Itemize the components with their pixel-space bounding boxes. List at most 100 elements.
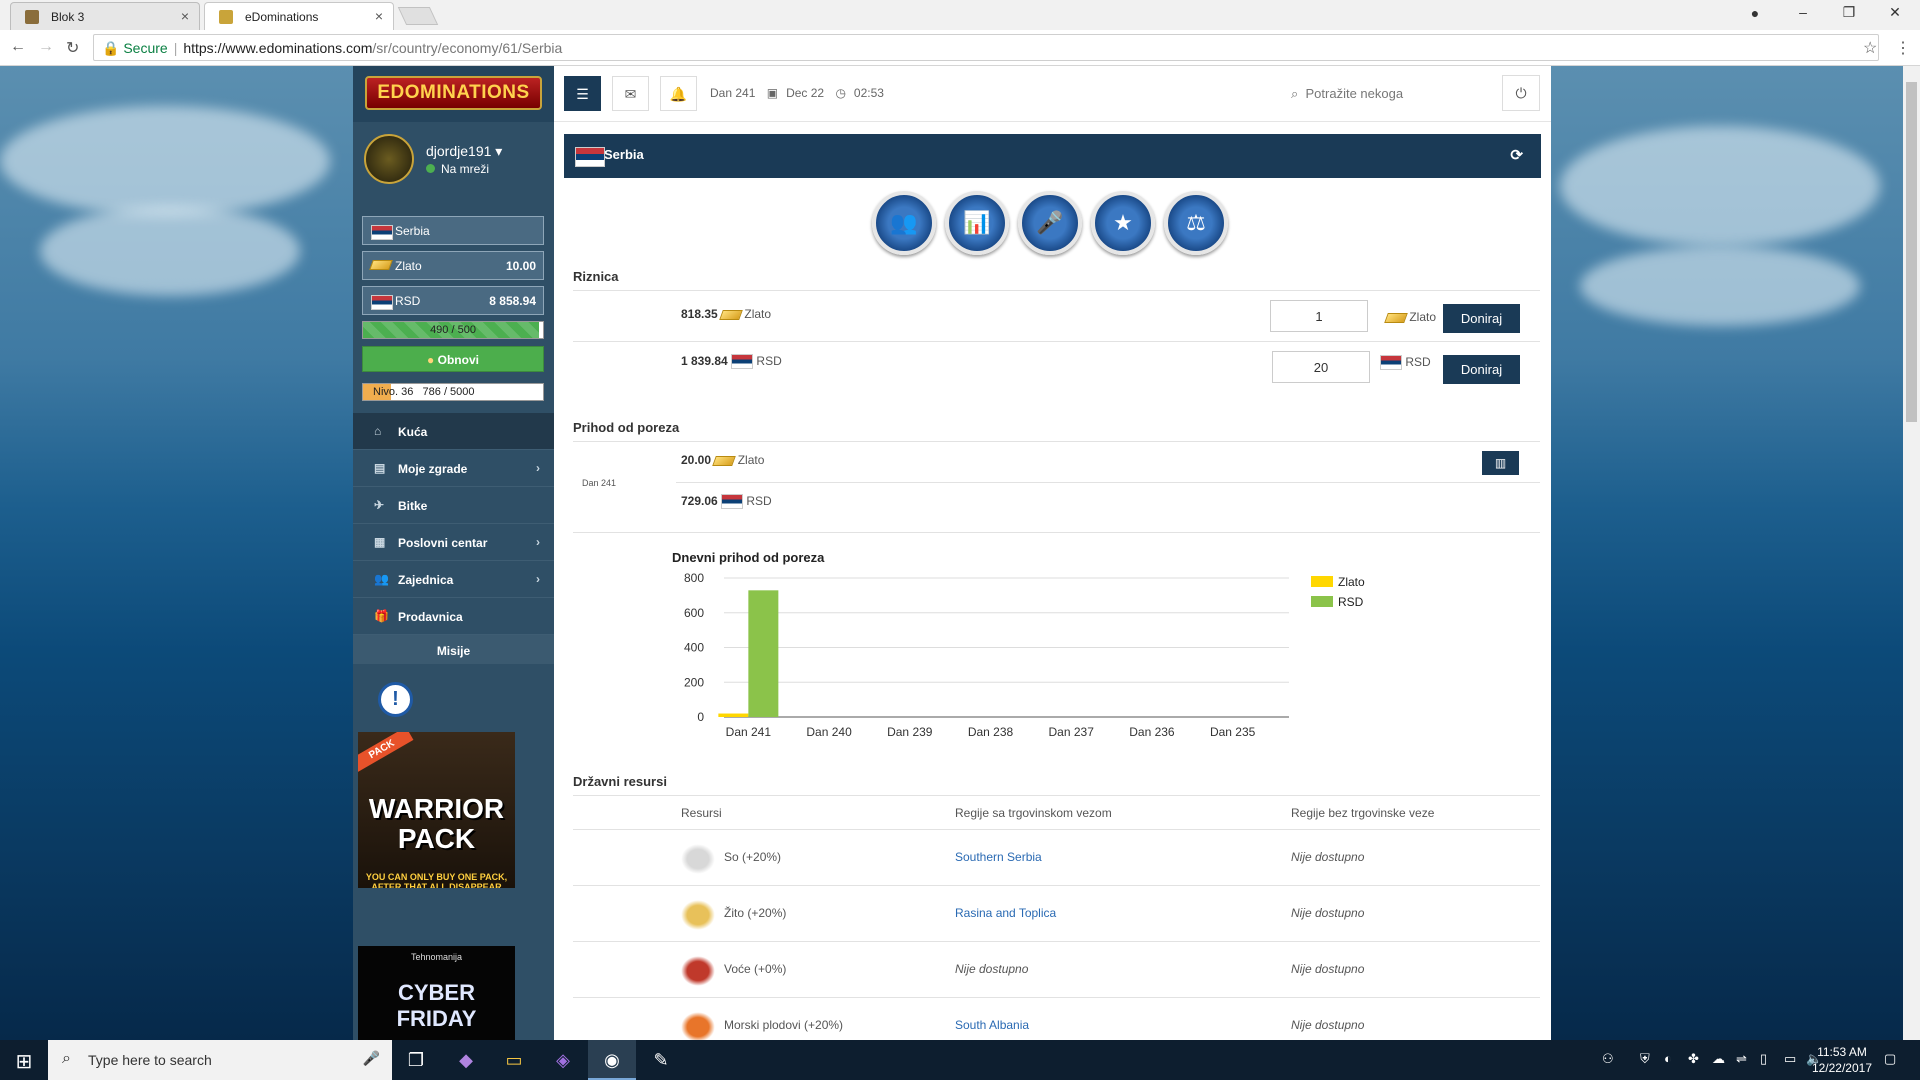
minimize-button[interactable]: – [1783,4,1823,20]
chart-toggle-button[interactable]: ▥ [1482,451,1519,475]
resource-with-trade[interactable]: Rasina and Toplica [955,906,1056,920]
resource-with-trade[interactable]: South Albania [955,1018,1029,1032]
close-window-button[interactable]: ✕ [1875,4,1915,21]
economy-icon[interactable]: 📊 [945,191,1009,255]
donate-rsd-input[interactable]: 20 [1272,351,1370,383]
currency-row[interactable]: RSD 8 858.94 [362,286,544,315]
chevron-right-icon: › [536,572,540,586]
donate-rsd-button[interactable]: Doniraj [1443,355,1520,384]
close-tab-icon[interactable]: × [181,8,189,24]
search-placeholder: Potražite nekoga [1305,86,1404,101]
sidebar-item-zajednica[interactable]: 👥 Zajednica › [353,561,554,598]
reload-icon[interactable]: ↻ [66,38,79,58]
laws-icon[interactable]: ⚖ [1164,191,1228,255]
profile-icon[interactable]: ● [1735,5,1775,21]
sidebar-item-label: Moje zgrade [398,462,468,476]
donate-gold-input[interactable]: 1 [1270,300,1368,332]
network-icon[interactable]: ▭ [1784,1051,1796,1067]
sidebar-item-label: Kuća [398,425,428,439]
browser-tab-bar: Blok 3 × eDominations × ● – ❐ ✕ [0,0,1920,30]
serbia-flag-icon [721,494,744,510]
clock-date: 12/22/2017 [1811,1061,1872,1075]
sidebar-item-prodavnica[interactable]: 🎁 Prodavnica [353,598,554,635]
y-tick-label: 800 [684,571,704,585]
energy-text: 490 / 500 [430,324,476,336]
taskbar-clock[interactable]: 11:53 AM 12/22/2017 [1812,1044,1872,1076]
society-icon[interactable]: 👥 [872,191,936,255]
y-tick-label: 0 [697,710,704,724]
resources-header-without-trade: Regije bez trgovinske veze [1291,806,1435,820]
page-scrollbar[interactable] [1903,66,1920,1040]
scrollbar-thumb[interactable] [1906,82,1917,422]
usb-icon[interactable]: ⇌ [1736,1051,1747,1067]
logo[interactable]: EDOMINATIONS [353,66,554,122]
renew-button[interactable]: ● Obnovi [362,346,544,372]
alert-icon[interactable]: ! [378,682,413,717]
tax-income-title: Prihod od poreza [573,420,680,435]
background-cloud [0,106,330,216]
microphone-icon[interactable]: 🎤 [363,1050,380,1067]
file-explorer-icon[interactable]: ▭ [490,1040,538,1080]
missions-button[interactable]: Misije [353,635,554,664]
notifications-button[interactable]: 🔔 [660,76,697,111]
close-tab-icon[interactable]: × [375,8,383,24]
visual-studio-2-icon[interactable]: ◈ [539,1040,587,1080]
username-dropdown[interactable]: djordje191 ▾ [426,143,502,160]
paint-icon[interactable]: ✎ [637,1040,685,1080]
dropbox-icon[interactable]: ✤ [1688,1051,1699,1067]
sidebar-item-poslovni-centar[interactable]: ▦ Poslovni centar › [353,524,554,561]
level-progress: 786 / 5000 [422,386,475,398]
warrior-pack-ad[interactable]: PACK WARRIOR PACK YOU CAN ONLY BUY ONE P… [358,732,515,888]
resource-without-trade: Nije dostupno [1291,1018,1365,1032]
search-input[interactable]: ⌕ Potražite nekoga [1291,86,1403,102]
avatar[interactable] [364,134,414,184]
visual-studio-icon[interactable]: ◆ [442,1040,490,1080]
resource-name: Morski plodovi (+20%) [724,1018,844,1032]
divider [573,532,1540,533]
task-view-icon[interactable]: ❐ [392,1040,440,1080]
cyber-friday-ad[interactable]: Tehnomanija CYBER FRIDAY [358,946,515,1040]
tab-blok3[interactable]: Blok 3 × [10,2,200,30]
sidebar: EDOMINATIONS djordje191 ▾ Na mreži Serbi… [353,66,554,1040]
military-icon[interactable]: ★ [1091,191,1155,255]
sidebar-item-moje-zgrade[interactable]: ▤ Moje zgrade › [353,450,554,487]
forward-icon[interactable]: → [38,38,54,56]
community-icon: 👥 [374,572,389,586]
url-path: /sr/country/economy/61/Serbia [372,40,563,56]
menu-toggle-button[interactable]: ☰ [564,76,601,111]
maximize-button[interactable]: ❐ [1829,4,1869,21]
tray-app-icon[interactable]: ◐ [1664,1051,1672,1066]
refresh-icon[interactable]: ⟳ [1510,146,1523,164]
logout-button[interactable]: ⏻ [1502,75,1540,111]
bookmark-star-icon[interactable]: ☆ [1863,38,1877,58]
action-center-icon[interactable]: ▢ [1884,1051,1896,1067]
new-tab-button[interactable] [397,7,439,25]
online-status: Na mreži [426,162,489,176]
defender-icon[interactable]: ⛨ [1640,1051,1650,1067]
home-icon: ⌂ [374,424,382,438]
caret-down-icon: ▾ [495,143,503,159]
back-icon[interactable]: ← [10,38,26,56]
browser-menu-icon[interactable]: ⋮ [1895,38,1911,58]
tab-edominations[interactable]: eDominations × [204,2,394,30]
onedrive-icon[interactable]: ☁ [1712,1051,1725,1067]
divider [573,997,1540,998]
taskbar-search-input[interactable]: ⌕ Type here to search 🎤 [48,1040,392,1080]
chevron-right-icon: › [536,535,540,549]
messages-button[interactable]: ✉ [612,76,649,111]
people-icon[interactable]: ⚇ [1602,1051,1614,1067]
url-input[interactable]: 🔒 Secure | https://www.edominations.com/sr… [93,34,1879,61]
country-row[interactable]: Serbia [362,216,544,245]
windows-start-icon[interactable]: ⊞ [0,1040,48,1080]
sidebar-item-ku-a[interactable]: ⌂ Kuća [353,413,554,450]
chrome-icon[interactable]: ◉ [588,1040,636,1080]
serbia-flag-icon [731,354,754,370]
donate-gold-button[interactable]: Doniraj [1443,304,1520,333]
renew-label: Obnovi [437,353,479,367]
battery-icon[interactable]: ▯ [1760,1051,1767,1067]
divider [573,941,1540,942]
politics-icon[interactable]: 🎤 [1018,191,1082,255]
sidebar-item-bitke[interactable]: ✈ Bitke [353,487,554,524]
resource-with-trade[interactable]: Southern Serbia [955,850,1042,864]
gold-row[interactable]: Zlato 10.00 [362,251,544,280]
